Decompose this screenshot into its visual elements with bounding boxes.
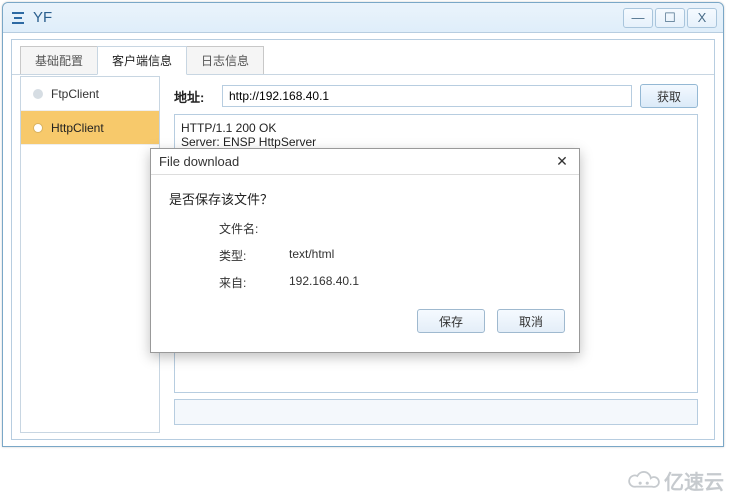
file-download-dialog: File download ✕ 是否保存该文件？ 文件名: 类型: text/h… xyxy=(150,148,580,353)
tab-log-info[interactable]: 日志信息 xyxy=(186,46,264,74)
window-controls: — ☐ X xyxy=(623,8,717,28)
dialog-buttons: 保存 取消 xyxy=(151,309,579,343)
close-button[interactable]: X xyxy=(687,8,717,28)
sidebar-item-httpclient[interactable]: HttpClient xyxy=(21,111,159,145)
status-dot-icon xyxy=(33,123,43,133)
sidebar-item-label: HttpClient xyxy=(51,121,104,135)
status-dot-icon xyxy=(33,89,43,99)
sidebar-item-ftpclient[interactable]: FtpClient xyxy=(21,77,159,111)
dialog-close-icon[interactable]: ✕ xyxy=(553,153,571,171)
dialog-question: 是否保存该文件？ xyxy=(169,189,561,208)
row-value: text/html xyxy=(289,247,334,264)
address-label: 地址: xyxy=(174,87,214,106)
watermark-text: 亿速云 xyxy=(664,466,724,495)
row-key: 来自: xyxy=(219,274,289,291)
address-input[interactable] xyxy=(222,85,632,107)
dialog-row-filename: 文件名: xyxy=(169,220,561,237)
sidebar-item-label: FtpClient xyxy=(51,87,99,101)
dialog-body: 是否保存该文件？ 文件名: 类型: text/html 来自: 192.168.… xyxy=(151,175,579,309)
fetch-button[interactable]: 获取 xyxy=(640,84,698,108)
tab-strip: 基础配置 客户端信息 日志信息 xyxy=(12,40,714,75)
dialog-row-type: 类型: text/html xyxy=(169,247,561,264)
status-bar xyxy=(174,399,698,425)
maximize-button[interactable]: ☐ xyxy=(655,8,685,28)
cancel-button[interactable]: 取消 xyxy=(497,309,565,333)
app-logo-icon xyxy=(9,9,27,27)
minimize-button[interactable]: — xyxy=(623,8,653,28)
row-key: 文件名: xyxy=(219,220,289,237)
window-title: YF xyxy=(33,9,52,26)
tab-client-info[interactable]: 客户端信息 xyxy=(97,46,187,75)
tab-basic-config[interactable]: 基础配置 xyxy=(20,46,98,74)
save-button[interactable]: 保存 xyxy=(417,309,485,333)
row-value: 192.168.40.1 xyxy=(289,274,359,291)
dialog-row-from: 来自: 192.168.40.1 xyxy=(169,274,561,291)
watermark: 亿速云 xyxy=(626,466,724,495)
dialog-titlebar[interactable]: File download ✕ xyxy=(151,149,579,175)
address-row: 地址: 获取 xyxy=(174,84,698,108)
sidebar: FtpClient HttpClient xyxy=(20,76,160,433)
dialog-title: File download xyxy=(159,154,239,169)
cloud-icon xyxy=(626,470,660,492)
titlebar[interactable]: YF — ☐ X xyxy=(3,3,723,33)
row-key: 类型: xyxy=(219,247,289,264)
